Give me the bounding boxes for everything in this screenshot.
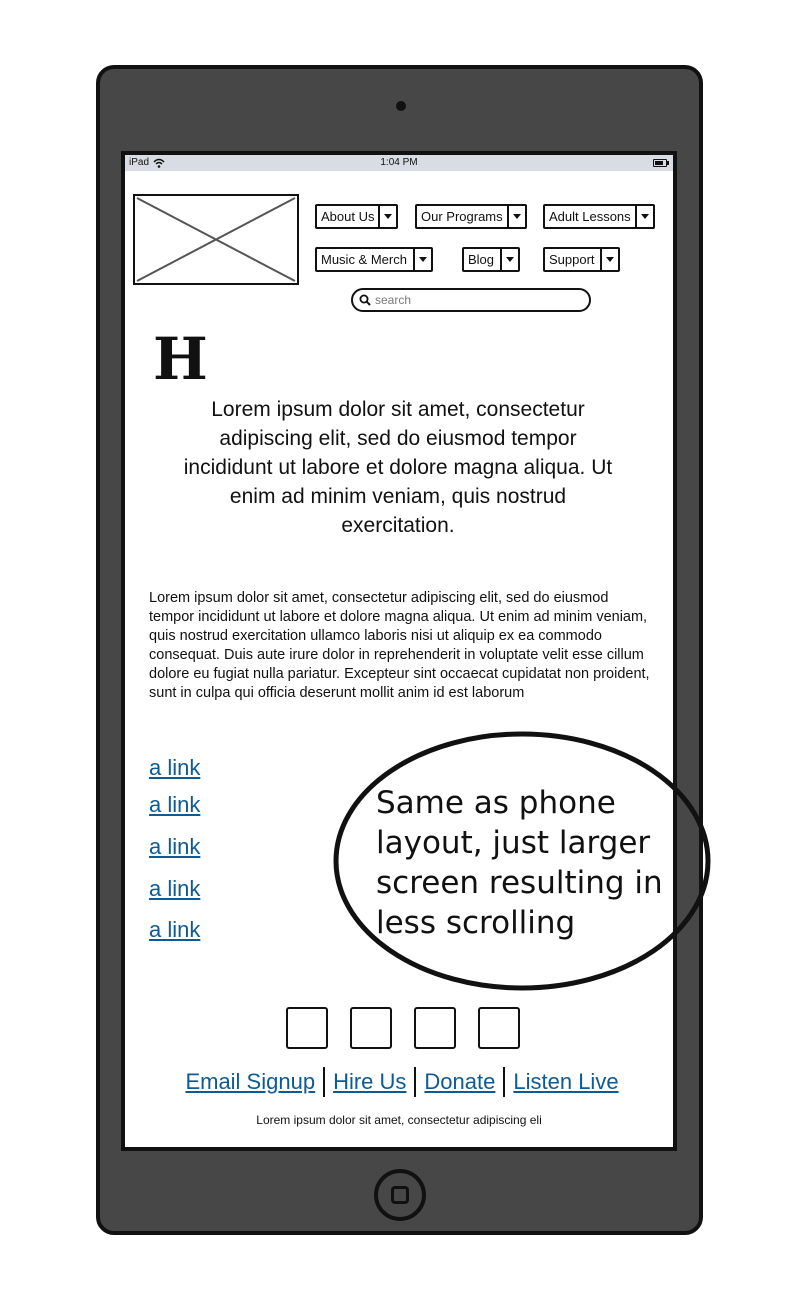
battery-icon [653, 159, 669, 167]
nav-our-programs-label: Our Programs [421, 209, 503, 224]
annotation-text: Same as phone layout, just larger screen… [376, 785, 663, 941]
chevron-down-icon[interactable] [500, 249, 518, 270]
footer-links: Email Signup Hire Us Donate Listen Live [125, 1067, 673, 1097]
home-button[interactable] [374, 1169, 426, 1221]
screen: iPad 1:04 PM About Us Our Programs Adult… [121, 151, 677, 1151]
footer-text: Lorem ipsum dolor sit amet, consectetur … [256, 1113, 542, 1127]
nav-about-us[interactable]: About Us [315, 204, 398, 229]
body-text: Lorem ipsum dolor sit amet, consectetur … [149, 590, 650, 701]
content-link[interactable]: a link [149, 792, 200, 818]
content-link[interactable]: a link [149, 834, 200, 860]
content-link[interactable]: a link [149, 755, 200, 781]
footer-link-donate[interactable]: Donate [416, 1069, 503, 1095]
status-time: 1:04 PM [380, 157, 418, 168]
nav-blog[interactable]: Blog [462, 247, 520, 272]
chevron-down-icon[interactable] [635, 206, 653, 227]
chevron-down-icon[interactable] [507, 206, 525, 227]
nav-our-programs[interactable]: Our Programs [415, 204, 527, 229]
social-icon-4[interactable] [478, 1007, 520, 1049]
footer-link-hire-us[interactable]: Hire Us [325, 1069, 414, 1095]
chevron-down-icon[interactable] [378, 206, 396, 227]
logo-image-placeholder[interactable] [133, 194, 299, 285]
status-bar: iPad 1:04 PM [125, 155, 673, 171]
camera-icon [396, 101, 406, 111]
search-icon [359, 294, 371, 306]
nav-support-label: Support [549, 252, 595, 267]
nav-about-us-label: About Us [321, 209, 375, 224]
intro-text: Lorem ipsum dolor sit amet, consectetur … [183, 398, 613, 537]
nav-adult-lessons-label: Adult Lessons [549, 209, 631, 224]
nav-music-merch-label: Music & Merch [321, 252, 407, 267]
home-square-icon [391, 1186, 409, 1204]
nav-music-merch[interactable]: Music & Merch [315, 247, 433, 272]
nav-support[interactable]: Support [543, 247, 620, 272]
search-input[interactable]: search [351, 288, 591, 312]
nav-adult-lessons[interactable]: Adult Lessons [543, 204, 655, 229]
content-link[interactable]: a link [149, 917, 200, 943]
footer-link-email-signup[interactable]: Email Signup [177, 1069, 323, 1095]
search-placeholder: search [375, 293, 412, 307]
page-heading: H [153, 325, 208, 393]
chevron-down-icon[interactable] [600, 249, 618, 270]
social-icon-3[interactable] [414, 1007, 456, 1049]
social-icon-1[interactable] [286, 1007, 328, 1049]
content-link[interactable]: a link [149, 876, 200, 902]
nav-blog-label: Blog [468, 252, 495, 267]
social-icon-2[interactable] [350, 1007, 392, 1049]
chevron-down-icon[interactable] [413, 249, 431, 270]
footer-link-listen-live[interactable]: Listen Live [505, 1069, 626, 1095]
